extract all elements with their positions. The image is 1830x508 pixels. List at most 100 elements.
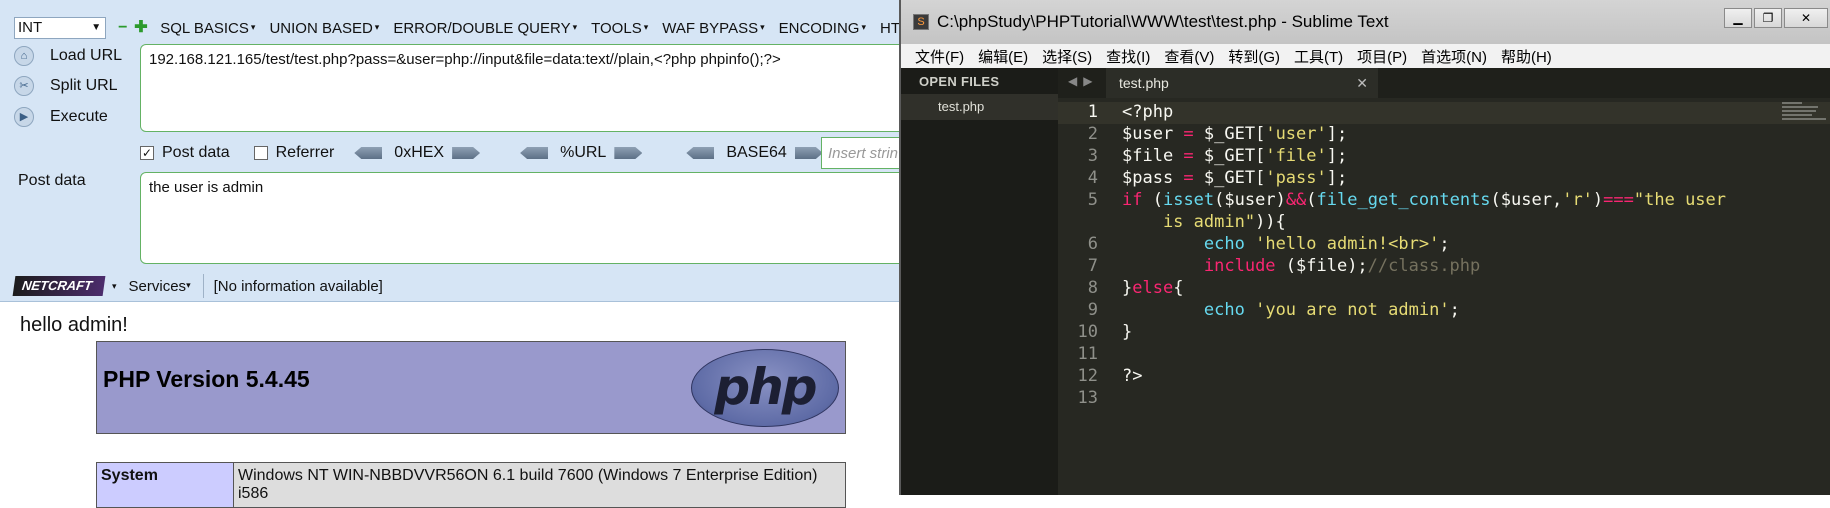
table-row: System Windows NT WIN-NBBDVVR56ON 6.1 bu… <box>96 462 846 508</box>
maximize-icon[interactable]: ❐ <box>1754 8 1782 28</box>
code-line: echo 'you are not admin'; <box>1203 300 1460 320</box>
tab-nav-arrows-icon[interactable]: ◀▶ <box>1068 74 1098 88</box>
php-version-title: PHP Version 5.4.45 <box>103 366 310 392</box>
hackbar-toolbar: INT ▼ − ✚ SQL BASICS ▾ UNION BASED ▾ ERROR/… <box>0 14 900 42</box>
menu-sql-basics[interactable]: SQL BASICS ▾ <box>160 20 255 37</box>
code-line: echo 'hello admin!<br>'; <box>1203 234 1450 254</box>
open-files-header: OPEN FILES <box>919 74 1000 89</box>
insert-string-input[interactable]: Insert strin <box>821 137 900 169</box>
php-version-banner: PHP Version 5.4.45 php <box>96 341 846 434</box>
chevron-down-icon: ▼ <box>91 22 102 33</box>
menu-html[interactable]: HT <box>880 20 900 37</box>
code-line: is admin")){ <box>1122 212 1286 232</box>
line-number: 6 <box>1087 234 1098 254</box>
file-sidebar: OPEN FILES test.php <box>901 68 1058 495</box>
int-select[interactable]: INT ▼ <box>14 17 107 39</box>
menu-project[interactable]: 项目(P) <box>1357 46 1407 67</box>
netcraft-logo[interactable]: NETCRAFT <box>12 276 106 296</box>
line-number: 13 <box>1077 388 1098 408</box>
code-line: $user = $_GET['user']; <box>1122 124 1348 144</box>
minimap[interactable] <box>1782 102 1826 132</box>
arrow-left-icon <box>354 147 383 159</box>
minimize-icon[interactable]: ▁ <box>1724 8 1752 28</box>
php-logo: php <box>691 349 839 427</box>
code-line: if (isset($user)&&(file_get_contents($us… <box>1122 190 1727 210</box>
current-line-highlight <box>1058 102 1830 124</box>
arrow-right-icon <box>794 147 823 159</box>
tab-bar: ◀▶ test.php ✕ <box>1058 68 1830 98</box>
line-number: 4 <box>1087 168 1098 188</box>
menu-error-double-query[interactable]: ERROR/DOUBLE QUERY ▾ <box>393 20 577 37</box>
menu-tools[interactable]: 工具(T) <box>1294 46 1343 67</box>
code-line: } <box>1122 322 1133 342</box>
menu-waf-bypass[interactable]: WAF BYPASS ▾ <box>662 20 764 37</box>
code-editor[interactable]: 1 2 3 4 5 6 7 8 9 10 11 12 13 <?php $use… <box>1058 98 1830 495</box>
menu-edit[interactable]: 编辑(E) <box>978 46 1028 67</box>
php-logo-text: php <box>714 358 817 416</box>
play-icon: ▶ <box>14 107 34 127</box>
post-data-checkbox[interactable]: ✓ <box>140 146 154 160</box>
minus-icon[interactable]: − <box>118 20 128 36</box>
window-titlebar[interactable]: S C:\phpStudy\PHPTutorial\WWW\test\test.… <box>901 0 1830 44</box>
menu-preferences[interactable]: 首选项(N) <box>1421 46 1487 67</box>
menu-encoding[interactable]: ENCODING ▾ <box>779 20 866 37</box>
code-line: $file = $_GET['file']; <box>1122 146 1348 166</box>
url-encode-button[interactable]: %URL <box>520 144 643 162</box>
line-number: 1 <box>1087 102 1098 122</box>
page-output-text: hello admin! <box>20 314 128 336</box>
code-line: }else{ <box>1122 278 1184 298</box>
referrer-checkbox-label: Referrer <box>275 144 335 161</box>
line-number: 9 <box>1087 300 1098 320</box>
line-number: 2 <box>1087 124 1098 144</box>
sublime-app-icon: S <box>913 14 929 30</box>
arrow-right-icon <box>614 147 643 159</box>
window-title: C:\phpStudy\PHPTutorial\WWW\test\test.ph… <box>937 12 1389 31</box>
arrow-left-icon <box>686 147 715 159</box>
sidebar-file-item[interactable]: test.php <box>901 94 1058 120</box>
url-input[interactable]: 192.168.121.165/test/test.php?pass=&user… <box>140 44 920 132</box>
tab-label: test.php <box>1119 75 1169 91</box>
execute-button[interactable]: ▶ Execute <box>14 105 108 129</box>
menu-union-based[interactable]: UNION BASED ▾ <box>269 20 379 37</box>
menu-goto[interactable]: 转到(G) <box>1228 46 1280 67</box>
code-line: $pass = $_GET['pass']; <box>1122 168 1348 188</box>
line-number: 12 <box>1077 366 1098 386</box>
post-data-checkbox-label: Post data <box>162 144 230 161</box>
code-line: ?> <box>1122 366 1143 386</box>
int-select-value: INT <box>18 19 43 36</box>
line-number: 7 <box>1087 256 1098 276</box>
load-icon: ⌂ <box>14 46 34 66</box>
close-icon[interactable]: ✕ <box>1356 68 1368 98</box>
menu-find[interactable]: 查找(I) <box>1106 46 1150 67</box>
code-line: include ($file);//class.php <box>1203 256 1481 276</box>
split-url-button[interactable]: ✂ Split URL <box>14 74 118 98</box>
menu-view[interactable]: 查看(V) <box>1164 46 1214 67</box>
menu-help[interactable]: 帮助(H) <box>1501 46 1552 67</box>
plus-icon[interactable]: ✚ <box>134 20 147 36</box>
post-data-input[interactable]: the user is admin <box>140 172 920 264</box>
line-number: 11 <box>1077 344 1098 364</box>
phpinfo-table: System Windows NT WIN-NBBDVVR56ON 6.1 bu… <box>96 462 846 508</box>
divider <box>202 274 204 298</box>
referrer-checkbox[interactable] <box>253 146 268 160</box>
menu-tools[interactable]: TOOLS ▾ <box>591 20 648 37</box>
netcraft-toolbar: NETCRAFT ▾ Services▾ [No information ava… <box>0 270 900 302</box>
code-line: <?php <box>1122 102 1174 122</box>
line-number: 8 <box>1087 278 1098 298</box>
line-number: 3 <box>1087 146 1098 166</box>
services-menu[interactable]: Services▾ <box>129 278 191 295</box>
chevron-down-icon[interactable]: ▾ <box>112 281 117 292</box>
post-data-label: Post data <box>18 172 86 189</box>
menu-selection[interactable]: 选择(S) <box>1042 46 1092 67</box>
line-number: 10 <box>1077 322 1098 342</box>
hex-encode-button[interactable]: 0xHEX <box>354 144 481 162</box>
hackbar-panel: INT ▼ − ✚ SQL BASICS ▾ UNION BASED ▾ ERROR/… <box>0 0 920 302</box>
line-number: 5 <box>1087 190 1098 210</box>
base64-encode-button[interactable]: BASE64 <box>686 144 823 162</box>
load-url-button[interactable]: ⌂ Load URL <box>14 44 122 68</box>
menu-file[interactable]: 文件(F) <box>915 46 964 67</box>
split-icon: ✂ <box>14 76 34 96</box>
close-icon[interactable]: ✕ <box>1784 8 1828 28</box>
tab-test-php[interactable]: test.php ✕ <box>1106 68 1378 98</box>
sublime-window: S C:\phpStudy\PHPTutorial\WWW\test\test.… <box>899 0 1830 495</box>
